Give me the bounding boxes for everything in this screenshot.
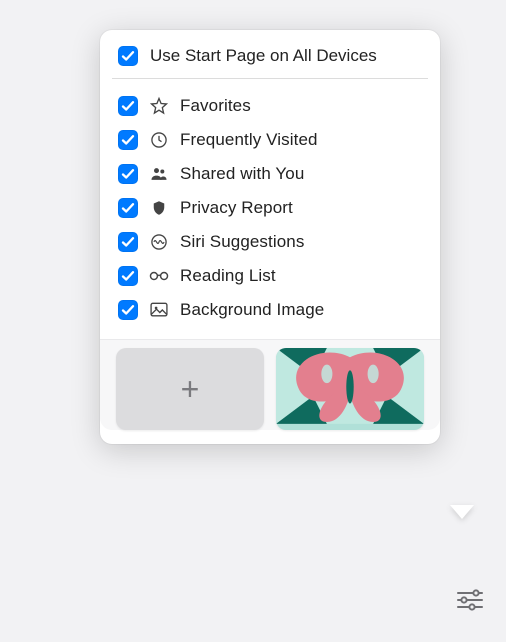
start-page-settings-button[interactable]: [450, 582, 490, 618]
option-label: Favorites: [180, 96, 251, 116]
option-row-reading-list[interactable]: Reading List: [118, 259, 422, 293]
popover-header-row[interactable]: Use Start Page on All Devices: [100, 30, 440, 78]
checkbox-siri-suggestions[interactable]: [118, 232, 138, 252]
option-row-siri-suggestions[interactable]: Siri Suggestions: [118, 225, 422, 259]
star-icon: [148, 95, 170, 117]
checkbox-shared-with-you[interactable]: [118, 164, 138, 184]
popover-option-list: Favorites Frequently Visited Shared with…: [100, 85, 440, 337]
background-tiles: +: [100, 339, 440, 430]
option-label: Shared with You: [180, 164, 304, 184]
option-label: Privacy Report: [180, 198, 293, 218]
butterfly-icon: [276, 348, 424, 424]
divider: [112, 78, 428, 79]
option-label: Frequently Visited: [180, 130, 318, 150]
checkbox-background-image[interactable]: [118, 300, 138, 320]
people-icon: [148, 163, 170, 185]
header-label: Use Start Page on All Devices: [150, 46, 377, 66]
background-preview-tile[interactable]: [276, 348, 424, 430]
sliders-icon: [455, 587, 485, 613]
option-row-favorites[interactable]: Favorites: [118, 89, 422, 123]
popover-arrow: [450, 505, 474, 519]
add-background-tile[interactable]: +: [116, 348, 264, 430]
checkbox-frequently-visited[interactable]: [118, 130, 138, 150]
siri-icon: [148, 231, 170, 253]
option-label: Siri Suggestions: [180, 232, 304, 252]
option-row-frequently-visited[interactable]: Frequently Visited: [118, 123, 422, 157]
checkbox-reading-list[interactable]: [118, 266, 138, 286]
option-row-privacy-report[interactable]: Privacy Report: [118, 191, 422, 225]
plus-icon: +: [181, 371, 200, 408]
option-row-shared-with-you[interactable]: Shared with You: [118, 157, 422, 191]
option-row-background-image[interactable]: Background Image: [118, 293, 422, 327]
checkbox-favorites[interactable]: [118, 96, 138, 116]
image-icon: [148, 299, 170, 321]
option-label: Background Image: [180, 300, 324, 320]
glasses-icon: [148, 265, 170, 287]
checkbox-use-on-all-devices[interactable]: [118, 46, 138, 66]
checkbox-privacy-report[interactable]: [118, 198, 138, 218]
shield-icon: [148, 197, 170, 219]
clock-icon: [148, 129, 170, 151]
start-page-settings-popover: Use Start Page on All Devices Favorites …: [100, 30, 440, 444]
option-label: Reading List: [180, 266, 276, 286]
